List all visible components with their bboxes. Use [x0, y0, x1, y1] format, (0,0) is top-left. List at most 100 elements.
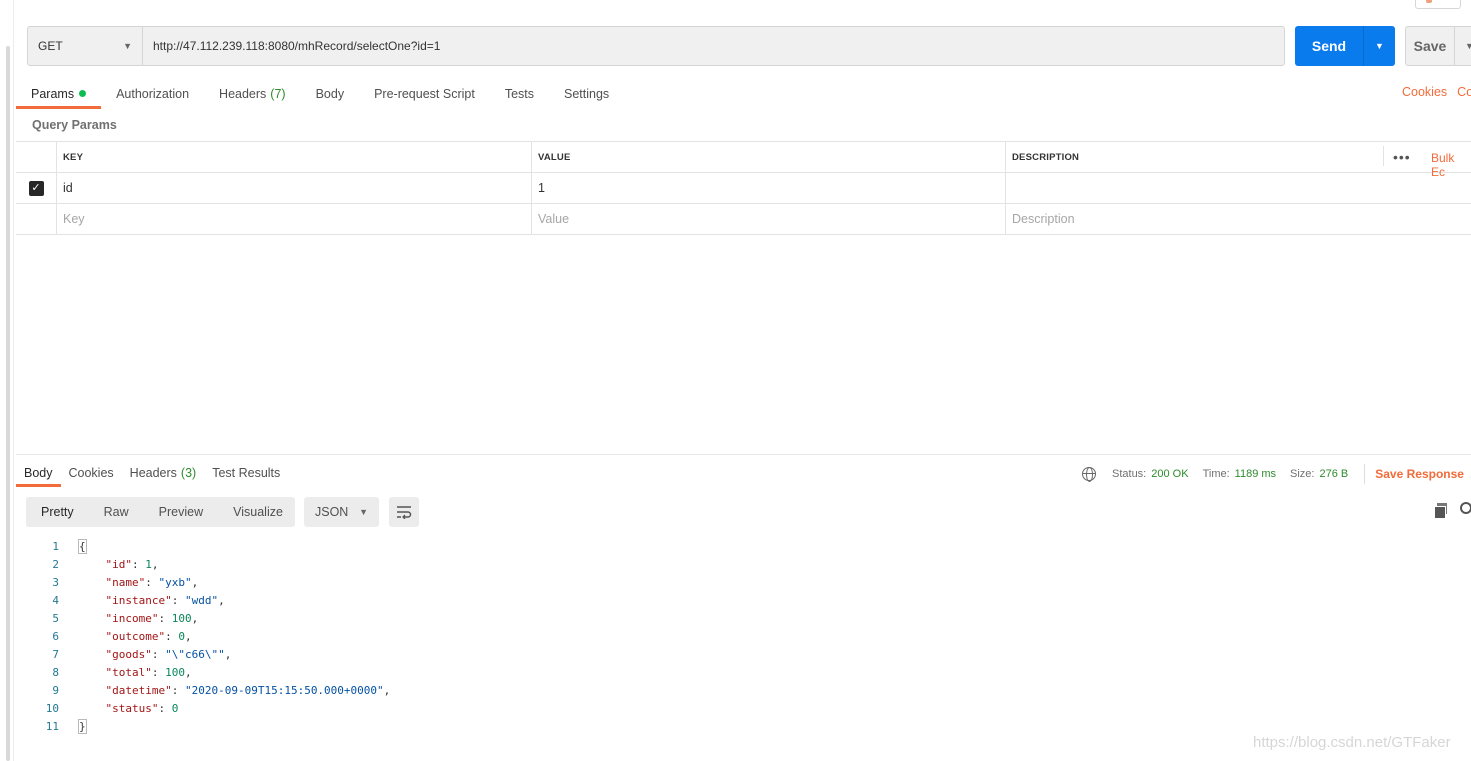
table-row-new: Key Value Description: [16, 204, 1471, 235]
json-comma: ,: [184, 665, 192, 679]
resp-headers-count: (3): [180, 465, 197, 480]
json-value: 100: [171, 611, 192, 625]
json-value: "yxb": [158, 575, 192, 589]
new-description-input[interactable]: Description: [1006, 204, 1471, 234]
code-line: 2 "id": 1,: [26, 555, 390, 573]
tab-headers[interactable]: Headers (7): [204, 78, 301, 109]
method-select[interactable]: GET ▼: [28, 27, 143, 65]
copy-icon[interactable]: [1434, 503, 1448, 519]
new-key-input[interactable]: Key: [57, 204, 532, 234]
code-link[interactable]: Co: [1457, 85, 1471, 99]
save-button[interactable]: Save ▼: [1405, 26, 1471, 66]
format-toolbar: Pretty Raw Preview Visualize: [26, 497, 295, 527]
column-header-value: VALUE: [532, 142, 1006, 172]
response-tabs: Body Cookies Headers (3) Test Results: [16, 458, 288, 487]
send-label: Send: [1311, 38, 1347, 54]
chevron-down-icon: ▼: [123, 41, 132, 51]
json-comma: ,: [184, 629, 192, 643]
json-value: 0: [178, 629, 185, 643]
line-number: 10: [45, 701, 59, 715]
resp-tab-test-results[interactable]: Test Results: [204, 458, 288, 487]
json-key: "name": [105, 575, 146, 589]
format-raw[interactable]: Raw: [89, 497, 144, 527]
save-response-button[interactable]: Save Response: [1375, 467, 1464, 481]
param-value-input[interactable]: 1: [532, 173, 1006, 203]
table-row: ✓ id 1: [16, 173, 1471, 204]
tab-pre-request-script[interactable]: Pre-request Script: [359, 78, 490, 109]
line-number: 8: [52, 665, 59, 679]
cookies-link[interactable]: Cookies: [1402, 85, 1447, 99]
code-line: 1{: [26, 537, 390, 555]
json-comma: ,: [191, 611, 199, 625]
tab-params[interactable]: Params: [16, 78, 102, 109]
json-brace: }: [78, 718, 87, 734]
format-preview[interactable]: Preview: [144, 497, 218, 527]
resp-tab-cookies[interactable]: Cookies: [61, 458, 122, 487]
left-scrollbar-thumb[interactable]: [6, 46, 10, 761]
json-comma: ,: [151, 557, 159, 571]
json-key: "datetime": [105, 683, 172, 697]
left-scrollbar[interactable]: [0, 0, 14, 761]
code-line: 3 "name": "yxb",: [26, 573, 390, 591]
code-line: 8 "total": 100,: [26, 663, 390, 681]
time-value: 1189 ms: [1234, 468, 1277, 480]
globe-icon[interactable]: [1082, 467, 1096, 482]
format-pretty[interactable]: Pretty: [26, 497, 89, 527]
param-enabled-checkbox[interactable]: ✓: [28, 180, 44, 196]
line-number: 7: [52, 647, 59, 661]
code-line: 4 "instance": "wdd",: [26, 591, 390, 609]
send-button[interactable]: Send ▼: [1295, 26, 1395, 66]
params-active-dot-icon: [79, 90, 87, 97]
line-number: 2: [52, 557, 59, 571]
json-brace: {: [78, 538, 87, 554]
json-key: "instance": [105, 593, 172, 607]
format-visualize[interactable]: Visualize: [218, 497, 298, 527]
format-type-select[interactable]: JSON ▼: [304, 497, 379, 527]
json-value: "2020-09-09T15:15:50.000+0000": [184, 683, 384, 697]
code-line: 7 "goods": "\"c66\"",: [26, 645, 390, 663]
bulk-edit-link[interactable]: Bulk Ec: [1431, 151, 1471, 179]
tab-tests[interactable]: Tests: [490, 78, 549, 109]
param-key-input[interactable]: id: [57, 173, 532, 203]
headers-count: (7): [270, 86, 286, 101]
json-key: "income": [105, 611, 159, 625]
json-key: "goods": [105, 647, 152, 661]
search-icon[interactable]: [1460, 502, 1471, 514]
chevron-down-icon: ▼: [359, 507, 368, 517]
save-options-chevron-icon[interactable]: ▼: [1454, 27, 1471, 65]
params-header-row: KEY VALUE DESCRIPTION: [16, 142, 1471, 173]
wrap-icon: [397, 506, 412, 519]
send-options-chevron-icon[interactable]: ▼: [1363, 26, 1395, 66]
json-comma: ,: [191, 575, 199, 589]
request-bar: GET ▼ http://47.112.239.118:8080/mhRecor…: [27, 26, 1285, 66]
params-table: KEY VALUE DESCRIPTION ✓ id 1 Key Value D…: [16, 141, 1471, 235]
wrap-lines-button[interactable]: [389, 497, 419, 527]
method-label: GET: [38, 39, 63, 53]
param-description-input[interactable]: [1006, 173, 1471, 203]
line-number: 1: [52, 539, 59, 553]
resp-tab-body[interactable]: Body: [16, 458, 61, 487]
json-value: 100: [165, 665, 185, 679]
code-line: 5 "income": 100,: [26, 609, 390, 627]
json-value: 1: [145, 557, 152, 571]
code-line: 9 "datetime": "2020-09-09T15:15:50.000+0…: [26, 681, 390, 699]
url-input[interactable]: http://47.112.239.118:8080/mhRecord/sele…: [143, 27, 1284, 65]
tab-authorization[interactable]: Authorization: [101, 78, 204, 109]
json-value: "wdd": [184, 593, 219, 607]
json-comma: ,: [383, 683, 391, 697]
new-value-input[interactable]: Value: [532, 204, 1006, 234]
response-body-code[interactable]: 1{2 "id": 1, 3 "name": "yxb", 4 "instance"…: [26, 537, 390, 735]
response-meta: Status: 200 OK Time: 1189 ms Size: 276 B…: [1082, 464, 1464, 484]
save-label: Save: [1413, 38, 1447, 54]
top-right-cropped-control[interactable]: [1415, 0, 1461, 9]
request-right-links: Cookies Co: [1402, 85, 1471, 99]
request-tabs: Params Authorization Headers (7) Body Pre…: [16, 78, 624, 109]
line-number: 3: [52, 575, 59, 589]
tab-body[interactable]: Body: [301, 78, 360, 109]
resp-tab-headers[interactable]: Headers (3): [122, 458, 205, 487]
json-value: 0: [171, 701, 179, 715]
size-value: 276 B: [1319, 468, 1349, 480]
line-number: 6: [52, 629, 59, 643]
more-options-icon[interactable]: •••: [1393, 149, 1411, 165]
tab-settings[interactable]: Settings: [549, 78, 624, 109]
